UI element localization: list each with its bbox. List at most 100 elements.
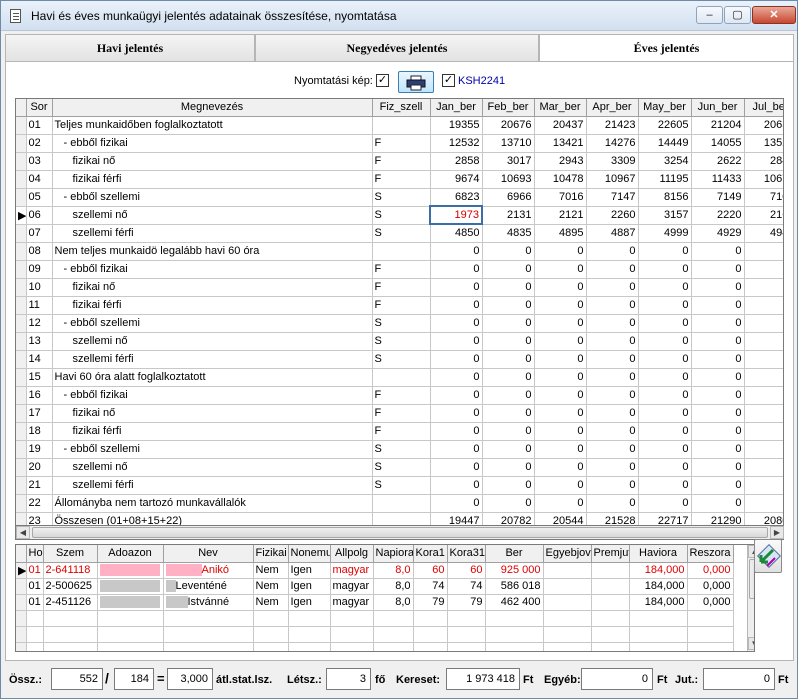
table-row[interactable]: 01 Teljes munkaidőben foglalkoztatott 1935…: [16, 116, 783, 135]
table-cell[interactable]: 0: [430, 242, 483, 261]
table-cell[interactable]: 0: [534, 476, 587, 495]
empty-row[interactable]: [16, 642, 734, 651]
row-indicator[interactable]: [16, 188, 27, 207]
table-cell[interactable]: fizikai nő: [52, 152, 373, 171]
table-cell[interactable]: 0: [691, 332, 745, 351]
table-cell[interactable]: 462 400: [485, 594, 544, 611]
table-cell[interactable]: 0: [744, 296, 783, 315]
table-cell[interactable]: 0: [534, 314, 587, 333]
table-row[interactable]: 17fizikai nőF00000000: [16, 404, 783, 423]
table-cell[interactable]: fizikai nő: [52, 404, 373, 423]
table-row[interactable]: 15 Havi 60 óra alatt foglalkoztatott 0 0 0 0 0…: [16, 368, 783, 387]
table-cell[interactable]: [591, 594, 630, 611]
table-cell[interactable]: 0: [638, 242, 692, 261]
table-row[interactable]: 21szellemi férfiS00000000: [16, 476, 783, 495]
table-row[interactable]: 01 2-500625 Leventéné Nem Igen magyar 8,0 74 74 5…: [16, 578, 734, 595]
table-cell[interactable]: szellemi férfi: [52, 224, 373, 243]
table-cell[interactable]: 7147: [586, 188, 639, 207]
table-cell[interactable]: 0: [430, 386, 483, 405]
table-cell[interactable]: 10693: [482, 170, 535, 189]
row-indicator[interactable]: [16, 224, 27, 243]
empty-cell[interactable]: [543, 642, 592, 651]
table-cell[interactable]: 2858: [430, 152, 483, 171]
table-cell[interactable]: 01: [26, 594, 44, 611]
table-cell[interactable]: 0: [430, 458, 483, 477]
row-indicator[interactable]: [16, 404, 27, 423]
table-cell[interactable]: 79: [413, 594, 448, 611]
empty-cell[interactable]: [26, 610, 44, 627]
table-cell[interactable]: 0: [744, 476, 783, 495]
table-cell[interactable]: 0: [691, 404, 745, 423]
empty-cell[interactable]: [447, 610, 486, 627]
table-cell[interactable]: 0: [430, 260, 483, 279]
table-cell[interactable]: S: [372, 458, 431, 477]
table-cell[interactable]: 0: [744, 278, 783, 297]
table-cell[interactable]: 0: [534, 458, 587, 477]
table-cell[interactable]: 4895: [534, 224, 587, 243]
table-cell[interactable]: S: [372, 476, 431, 495]
row-indicator[interactable]: [16, 386, 27, 405]
table-cell[interactable]: F: [372, 170, 431, 189]
table-cell[interactable]: szellemi nő: [52, 332, 373, 351]
row-indicator[interactable]: [16, 170, 27, 189]
row-indicator[interactable]: [16, 152, 27, 171]
table-cell[interactable]: F: [372, 386, 431, 405]
table-cell[interactable]: F: [372, 296, 431, 315]
report-grid-hscrollbar[interactable]: ◀ ▶: [15, 526, 784, 540]
table-cell[interactable]: Állományba nem tartozó munkavállalók: [52, 494, 373, 513]
table-row[interactable]: 19- ebből szellemiS00000000: [16, 440, 783, 459]
table-cell[interactable]: 21: [26, 476, 53, 495]
table-cell[interactable]: 19: [26, 440, 53, 459]
table-cell[interactable]: 0: [586, 422, 639, 441]
table-row[interactable]: 02- ebből fizikai F 12532 13710 13421 14276 14…: [16, 134, 783, 153]
table-cell[interactable]: 0: [638, 476, 692, 495]
table-cell[interactable]: [372, 494, 431, 513]
table-cell[interactable]: 0: [638, 404, 692, 423]
table-cell[interactable]: 0: [430, 422, 483, 441]
table-cell[interactable]: 0: [744, 458, 783, 477]
table-cell[interactable]: 02: [26, 134, 53, 153]
table-cell[interactable]: 0: [534, 296, 587, 315]
row-indicator[interactable]: [16, 422, 27, 441]
table-row[interactable]: 11fizikai férfiF00000000: [16, 296, 783, 315]
table-row[interactable]: 04 fizikai férfi F 9674 10693 10478 10967 11195…: [16, 170, 783, 189]
column-header[interactable]: Haviora: [629, 545, 688, 563]
empty-cell[interactable]: [543, 626, 592, 643]
table-row[interactable]: 14szellemi férfiS00000000: [16, 350, 783, 369]
row-indicator[interactable]: [16, 512, 27, 525]
table-cell[interactable]: magyar: [330, 562, 374, 579]
row-indicator[interactable]: [16, 642, 27, 651]
egyeb-field[interactable]: 0: [581, 668, 653, 690]
table-cell[interactable]: 0: [482, 350, 535, 369]
column-header[interactable]: Jan_ber: [430, 99, 483, 117]
table-cell[interactable]: 10478: [534, 170, 587, 189]
table-cell[interactable]: 0: [744, 494, 783, 513]
table-cell[interactable]: 3309: [586, 152, 639, 171]
row-indicator[interactable]: [16, 594, 27, 611]
table-cell[interactable]: 0: [482, 278, 535, 297]
table-cell[interactable]: 0: [638, 260, 692, 279]
table-cell[interactable]: 184,000: [629, 594, 688, 611]
table-cell[interactable]: 14: [26, 350, 53, 369]
column-header[interactable]: Mar_ber: [534, 99, 587, 117]
table-cell[interactable]: 0: [482, 242, 535, 261]
table-cell[interactable]: 0: [638, 494, 692, 513]
empty-cell[interactable]: [43, 610, 98, 627]
table-cell[interactable]: Igen: [288, 578, 331, 595]
column-header[interactable]: Napiora: [373, 545, 414, 563]
column-header[interactable]: Fiz_szell: [372, 99, 431, 117]
table-cell[interactable]: Havi 60 óra alatt foglalkoztatott: [52, 368, 373, 387]
table-cell[interactable]: 0: [586, 314, 639, 333]
table-cell[interactable]: F: [372, 422, 431, 441]
empty-cell[interactable]: [163, 642, 254, 651]
table-cell[interactable]: Teljes munkaidőben foglalkoztatott: [52, 116, 373, 135]
table-cell[interactable]: - ebből szellemi: [52, 440, 373, 459]
empty-cell[interactable]: [43, 642, 98, 651]
table-cell[interactable]: 4999: [638, 224, 692, 243]
empty-cell[interactable]: [97, 642, 164, 651]
table-cell[interactable]: 0: [534, 368, 587, 387]
table-cell[interactable]: 2-451126: [43, 594, 98, 611]
table-cell[interactable]: 2849: [744, 152, 783, 171]
table-cell[interactable]: 0: [744, 440, 783, 459]
ksh-checkbox[interactable]: ✓: [442, 74, 455, 87]
